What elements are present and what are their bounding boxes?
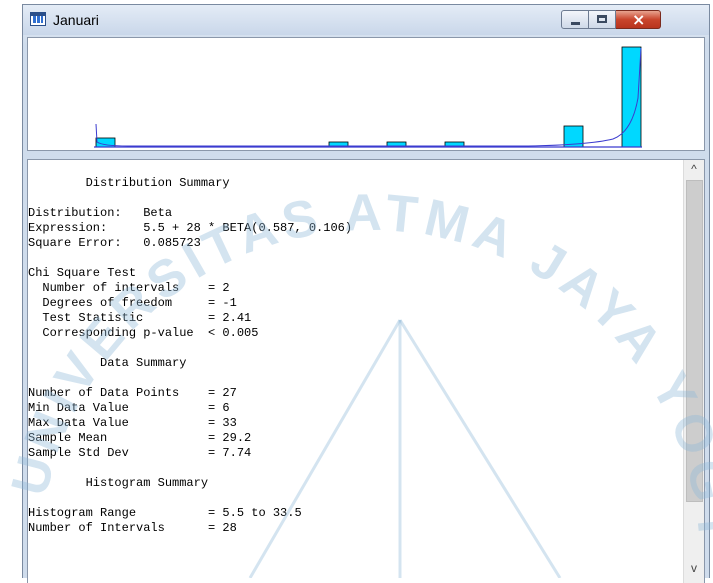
report-line: Max Data Value = 33 — [28, 416, 237, 430]
report-line — [28, 491, 678, 506]
window-title: Januari — [53, 12, 99, 28]
fitted-beta-curve — [95, 47, 642, 147]
summary-text-panel[interactable]: Distribution Summary Distribution: Beta E… — [27, 159, 705, 583]
scroll-down-arrow-icon[interactable]: v — [684, 559, 704, 577]
scroll-thumb[interactable] — [686, 180, 703, 502]
app-icon — [30, 12, 46, 26]
distribution-summary-report: Distribution Summary Distribution: Beta E… — [28, 176, 678, 536]
report-line: Test Statistic = 2.41 — [28, 311, 252, 325]
minimize-icon — [571, 22, 580, 25]
report-line: Chi Square Test — [28, 266, 137, 280]
close-icon: × — [632, 10, 646, 29]
report-line: Number of intervals = 2 — [28, 281, 230, 295]
app-window: Januari × Distribution Summary Distribut… — [22, 4, 710, 583]
report-line: Sample Std Dev = 7.74 — [28, 446, 252, 460]
report-line: Histogram Range = 5.5 to 33.5 — [28, 506, 302, 520]
report-line: Number of Data Points = 27 — [28, 386, 237, 400]
maximize-icon — [597, 15, 607, 23]
report-line: Square Error: 0.085723 — [28, 236, 201, 250]
report-line — [28, 371, 678, 386]
report-line — [28, 191, 678, 206]
minimize-button[interactable] — [561, 10, 589, 29]
report-line: Distribution Summary — [28, 176, 230, 190]
maximize-button[interactable] — [589, 10, 616, 29]
report-line: Sample Mean = 29.2 — [28, 431, 252, 445]
histogram-chart — [94, 46, 642, 148]
report-line: Degrees of freedom = -1 — [28, 296, 237, 310]
report-line: Min Data Value = 6 — [28, 401, 230, 415]
report-line — [28, 461, 678, 476]
report-line: Histogram Summary — [28, 476, 209, 490]
report-line: Distribution: Beta — [28, 206, 173, 220]
report-line — [28, 341, 678, 356]
report-line — [28, 251, 678, 266]
vertical-scrollbar[interactable]: ^ v — [683, 160, 704, 583]
report-line: Expression: 5.5 + 28 * BETA(0.587, 0.106… — [28, 221, 353, 235]
histogram-panel — [27, 37, 705, 151]
report-line: Number of Intervals = 28 — [28, 521, 237, 535]
report-line: Data Summary — [28, 356, 187, 370]
scroll-up-arrow-icon[interactable]: ^ — [684, 160, 704, 178]
close-button[interactable]: × — [616, 10, 661, 29]
report-line: Corresponding p-value < 0.005 — [28, 326, 259, 340]
title-bar[interactable]: Januari × — [23, 5, 709, 35]
